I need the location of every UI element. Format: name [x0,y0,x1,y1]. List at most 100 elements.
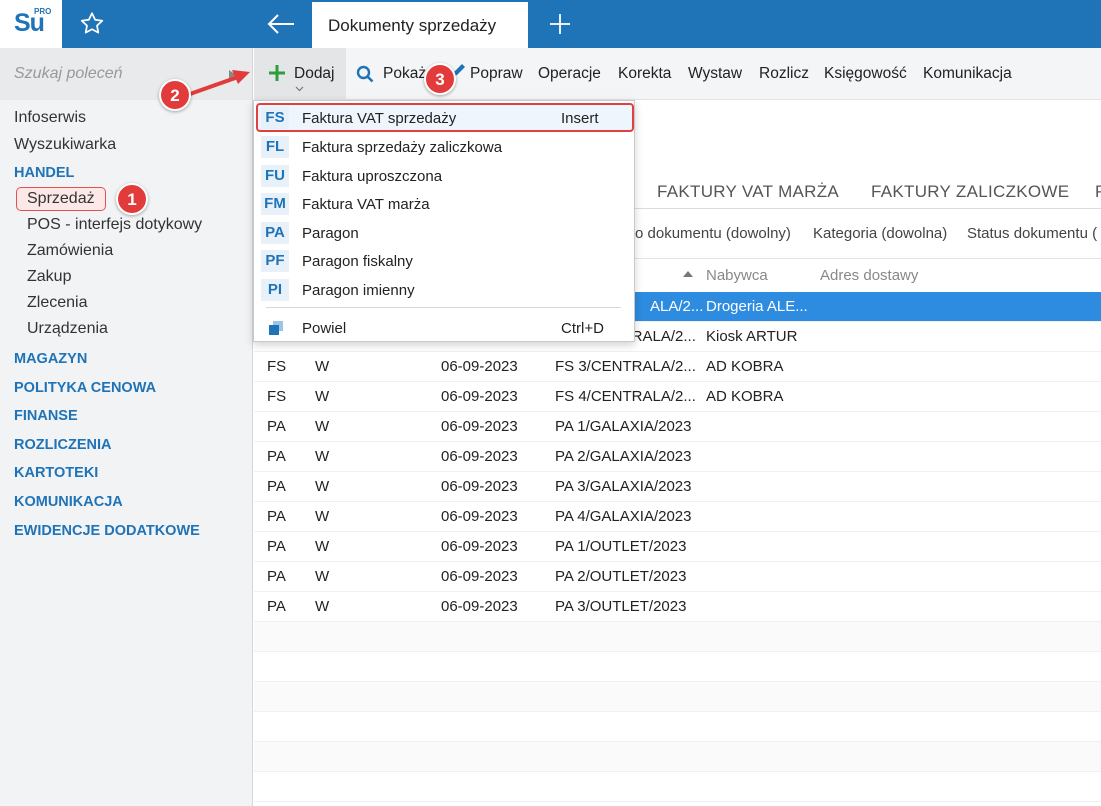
column-header-address[interactable]: Adres dostawy [820,267,918,284]
table-row[interactable]: FS W 06-09-2023 FS 4/CENTRALA/2... AD KO… [254,382,1101,412]
empty-row [254,622,1101,652]
annotation-marker-3: 3 [424,63,456,95]
sidebar-item-zakup[interactable]: Zakup [27,268,71,286]
edit-button[interactable]: Popraw [470,65,523,83]
table-row[interactable]: FS W 06-09-2023 FS 3/CENTRALA/2... AD KO… [254,352,1101,382]
star-icon[interactable] [78,10,106,38]
table-row[interactable]: PA W 06-09-2023 PA 3/OUTLET/2023 [254,592,1101,622]
sidebar-item-magazyn[interactable]: MAGAZYN [14,351,87,367]
sidebar-item-infoserwis[interactable]: Infoserwis [14,109,86,127]
tab-faktury-vat-marza[interactable]: FAKTURY VAT MARŻA [657,182,839,202]
accounting-button[interactable]: Księgowość [824,65,907,83]
cell-date: 06-09-2023 [441,388,518,405]
cell-buyer: Kiosk ARTUR [706,328,798,345]
cell-date: 06-09-2023 [441,598,518,615]
sidebar-item-finanse[interactable]: FINANSE [14,408,78,424]
tab-dokumenty-sprzedazy[interactable]: Dokumenty sprzedaży [312,0,528,48]
document-code-badge: PF [261,250,289,272]
table-row[interactable]: PA W 06-09-2023 PA 3/GALAXIA/2023 [254,472,1101,502]
cell-type: PA [267,568,286,585]
correction-button[interactable]: Korekta [618,65,671,83]
annotation-arrow [189,70,250,96]
filter-category[interactable]: Kategoria (dowolna) [813,225,947,242]
cell-type: FS [267,388,287,405]
cell-type: PA [267,478,286,495]
cell-type: PA [267,448,286,465]
menu-item-faktura-vat-marza[interactable]: FM Faktura VAT marża [254,191,634,219]
sidebar-item-ewidencje-dodatkowe[interactable]: EWIDENCJE DODATKOWE [14,523,200,539]
table-row[interactable]: PA W 06-09-2023 PA 4/GALAXIA/2023 [254,502,1101,532]
sidebar-item-wyszukiwarka[interactable]: Wyszukiwarka [14,136,116,154]
sidebar-item-zamowienia[interactable]: Zamówienia [27,242,113,260]
add-button[interactable]: Dodaj [254,48,346,100]
add-tab-icon[interactable] [548,12,572,36]
empty-row [254,712,1101,742]
annotation-marker-2: 2 [159,79,191,111]
plus-icon [269,65,285,81]
menu-item-paragon-imienny[interactable]: PI Paragon imienny [254,277,634,305]
settle-button[interactable]: Rozlicz [759,65,809,83]
tab-more[interactable]: P [1095,182,1101,202]
document-code-badge: FU [261,165,289,187]
annotation-marker-1: 1 [116,183,148,215]
cell-status: W [315,388,330,405]
cell-number: PA 3/OUTLET/2023 [555,598,687,615]
cell-status: W [315,598,330,615]
operations-button[interactable]: Operacje [538,65,601,83]
cell-status: W [315,448,330,465]
cell-buyer: AD KOBRA [706,358,784,375]
sidebar-item-urzadzenia[interactable]: Urządzenia [27,320,108,338]
sidebar-item-handel[interactable]: HANDEL [14,165,74,181]
column-header-buyer[interactable]: Nabywca [706,267,768,284]
empty-row [254,742,1101,772]
menu-item-paragon-fiskalny[interactable]: PF Paragon fiskalny [254,248,634,276]
table-row[interactable]: PA W 06-09-2023 PA 2/GALAXIA/2023 [254,442,1101,472]
menu-item-faktura-zaliczkowa[interactable]: FL Faktura sprzedaży zaliczkowa [254,134,634,162]
sidebar-item-kartoteki[interactable]: KARTOTEKI [14,465,98,481]
menu-item-label: Paragon [302,225,359,242]
table-row[interactable]: PA W 06-09-2023 PA 2/OUTLET/2023 [254,562,1101,592]
cell-number: ALA/2... [650,298,704,315]
show-button[interactable]: Pokaż [383,65,426,83]
cell-status: W [315,358,330,375]
tab-faktury-zaliczkowe[interactable]: FAKTURY ZALICZKOWE [871,182,1069,202]
menu-item-label: Faktura sprzedaży zaliczkowa [302,139,503,156]
filter-document-type[interactable]: o dokumentu (dowolny) [635,225,791,242]
cell-date: 06-09-2023 [441,508,518,525]
sidebar-item-rozliczenia[interactable]: ROZLICZENIA [14,437,111,453]
sidebar-item-zlecenia[interactable]: Zlecenia [27,294,87,312]
cell-date: 06-09-2023 [441,538,518,555]
sidebar-item-polityka-cenowa[interactable]: POLITYKA CENOWA [14,380,156,396]
sidebar-item-komunikacja[interactable]: KOMUNIKACJA [14,494,123,510]
table-row[interactable]: PA W 06-09-2023 PA 1/OUTLET/2023 [254,532,1101,562]
empty-row [254,682,1101,712]
add-button-label: Dodaj [294,65,335,82]
back-arrow-icon[interactable] [266,12,296,36]
menu-item-paragon[interactable]: PA Paragon [254,220,634,248]
sidebar-item-pos[interactable]: POS - interfejs dotykowy [27,216,202,234]
tab-title: Dokumenty sprzedaży [328,16,497,35]
sidebar-item-sprzedaz[interactable]: Sprzedaż [16,187,106,211]
menu-item-shortcut: Ctrl+D [561,320,604,337]
logo-pro-label: PRO [34,7,52,16]
cell-number: PA 4/GALAXIA/2023 [555,508,692,525]
menu-item-faktura-vat-sprzedazy[interactable]: FS Faktura VAT sprzedaży Insert [254,105,634,133]
sort-ascending-icon[interactable] [683,271,693,277]
chevron-down-icon [295,86,304,92]
communication-button[interactable]: Komunikacja [923,65,1012,83]
menu-item-faktura-uproszczona[interactable]: FU Faktura uproszczona [254,163,634,191]
filter-status[interactable]: Status dokumentu ( [967,225,1097,242]
issue-button[interactable]: Wystaw [688,65,742,83]
copy-icon [269,321,283,335]
app-logo[interactable]: Su PRO [0,0,62,48]
cell-type: FS [267,358,287,375]
document-code-badge: PI [261,279,289,301]
cell-number: PA 2/OUTLET/2023 [555,568,687,585]
cell-type: PA [267,418,286,435]
menu-item-shortcut: Insert [561,110,599,127]
cell-date: 06-09-2023 [441,478,518,495]
menu-item-powiel[interactable]: Powiel Ctrl+D [254,315,634,343]
cell-number: PA 2/GALAXIA/2023 [555,448,692,465]
table-row[interactable]: PA W 06-09-2023 PA 1/GALAXIA/2023 [254,412,1101,442]
cell-number: PA 1/OUTLET/2023 [555,538,687,555]
